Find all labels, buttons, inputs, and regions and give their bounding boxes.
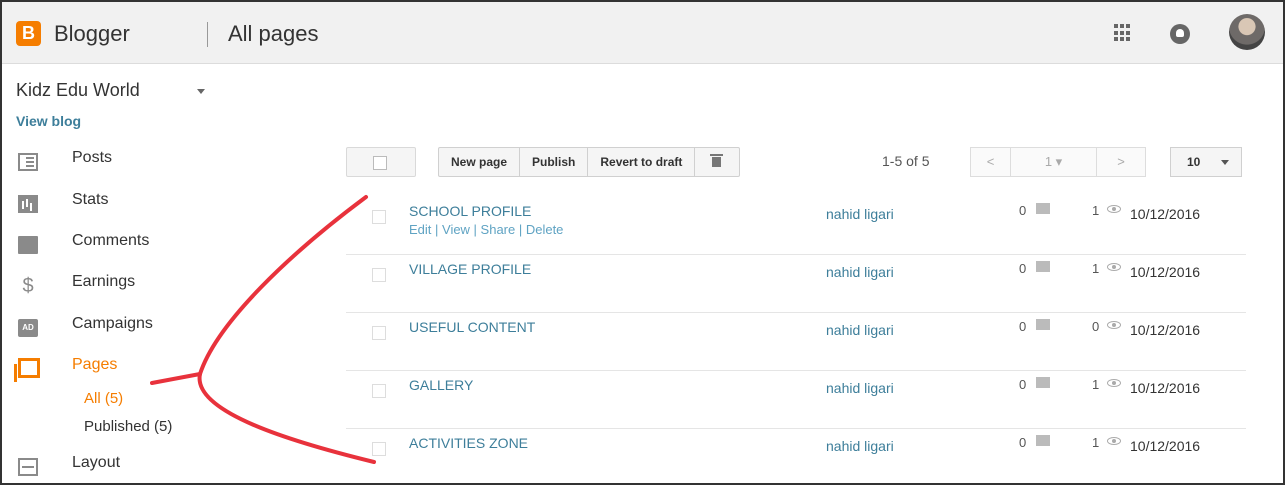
view-count: 1 — [1092, 377, 1100, 392]
new-page-button[interactable]: New page — [439, 148, 521, 176]
blogger-logo-icon[interactable]: B — [16, 21, 41, 46]
page-select[interactable]: 1 ▾ — [1011, 148, 1097, 176]
page-author[interactable]: nahid ligari — [826, 206, 894, 222]
view-count: 1 — [1092, 203, 1100, 218]
next-page-button[interactable]: > — [1097, 148, 1145, 176]
comment-icon — [1036, 435, 1050, 446]
brand-name[interactable]: Blogger — [54, 21, 130, 47]
top-bar: B Blogger All pages — [2, 2, 1283, 64]
view-count: 1 — [1092, 261, 1100, 276]
row-checkbox[interactable] — [372, 384, 386, 398]
eye-icon — [1107, 321, 1121, 329]
view-count: 1 — [1092, 435, 1100, 450]
sidebar-item-pages[interactable]: Pages — [14, 356, 336, 386]
action-button-group: New page Publish Revert to draft — [438, 147, 741, 177]
eye-icon — [1107, 263, 1121, 271]
row-actions[interactable]: Edit | View | Share | Delete — [409, 222, 563, 237]
select-all-checkbox[interactable] — [346, 147, 416, 177]
apps-grid-icon[interactable] — [1114, 24, 1132, 42]
sidebar-item-label: Earnings — [72, 273, 136, 290]
comment-icon — [1036, 261, 1050, 272]
page-date: 10/12/2016 — [1130, 206, 1201, 222]
comment-count: 0 — [1019, 377, 1027, 392]
comment-count: 0 — [1019, 203, 1027, 218]
comment-icon — [1036, 319, 1050, 330]
eye-icon — [1107, 437, 1121, 445]
sidebar-item-label: Pages — [72, 356, 118, 373]
pages-icon — [14, 358, 40, 382]
page-author[interactable]: nahid ligari — [826, 438, 894, 454]
page-author[interactable]: nahid ligari — [826, 380, 894, 396]
eye-icon — [1107, 205, 1121, 213]
page-title-link[interactable]: SCHOOL PROFILE — [409, 203, 531, 219]
sidebar-item-posts[interactable]: Posts — [16, 149, 336, 179]
table-row: VILLAGE PROFILE nahid ligari 0 1 10/12/2… — [346, 255, 1246, 313]
table-row: USEFUL CONTENT nahid ligari 0 0 10/12/20… — [346, 313, 1246, 371]
row-checkbox[interactable] — [372, 326, 386, 340]
comment-count: 0 — [1019, 435, 1027, 450]
comment-count: 0 — [1019, 319, 1027, 334]
chevron-down-icon[interactable] — [197, 89, 205, 94]
page-author[interactable]: nahid ligari — [826, 264, 894, 280]
view-count: 0 — [1092, 319, 1100, 334]
row-checkbox[interactable] — [372, 210, 386, 224]
page-title-link[interactable]: USEFUL CONTENT — [409, 319, 535, 335]
page-author[interactable]: nahid ligari — [826, 322, 894, 338]
earnings-icon: $ — [22, 275, 34, 297]
comment-icon — [1036, 203, 1050, 214]
sidebar-subitem-published[interactable]: Published (5) — [84, 418, 172, 435]
sidebar-item-earnings[interactable]: $ Earnings — [16, 273, 336, 303]
page-title: All pages — [228, 21, 319, 46]
sidebar-item-layout[interactable]: Layout — [16, 454, 336, 484]
campaigns-icon: AD — [18, 319, 38, 337]
comments-icon — [18, 236, 38, 254]
result-count: 1-5 of 5 — [882, 153, 930, 169]
page-title-link[interactable]: VILLAGE PROFILE — [409, 261, 531, 277]
title-divider — [207, 22, 208, 47]
blog-selector[interactable]: Kidz Edu World — [16, 80, 140, 101]
row-checkbox[interactable] — [372, 442, 386, 456]
previous-page-button[interactable]: < — [971, 148, 1011, 176]
publish-button[interactable]: Publish — [520, 148, 589, 176]
per-page-value: 10 — [1187, 155, 1201, 169]
comment-icon — [1036, 377, 1050, 388]
sidebar-item-label: Campaigns — [72, 315, 153, 332]
eye-icon — [1107, 379, 1121, 387]
layout-icon — [18, 458, 38, 476]
notifications-icon[interactable] — [1170, 24, 1190, 44]
revert-to-draft-button[interactable]: Revert to draft — [588, 148, 696, 176]
page-date: 10/12/2016 — [1130, 264, 1201, 280]
sidebar-item-comments[interactable]: Comments — [16, 232, 336, 262]
stats-icon — [18, 195, 38, 213]
sidebar-item-label: Stats — [72, 191, 109, 208]
table-row: ACTIVITIES ZONE nahid ligari 0 1 10/12/2… — [346, 429, 1246, 485]
avatar[interactable] — [1229, 14, 1265, 50]
table-row: GALLERY nahid ligari 0 1 10/12/2016 — [346, 371, 1246, 429]
trash-icon[interactable] — [695, 148, 739, 176]
per-page-select[interactable]: 10 — [1170, 147, 1242, 177]
chevron-down-icon — [1221, 160, 1229, 165]
comment-count: 0 — [1019, 261, 1027, 276]
sidebar-item-stats[interactable]: Stats — [16, 191, 336, 221]
page-title-link[interactable]: GALLERY — [409, 377, 473, 393]
view-blog-link[interactable]: View blog — [16, 113, 81, 129]
page-title-link[interactable]: ACTIVITIES ZONE — [409, 435, 528, 451]
page-date: 10/12/2016 — [1130, 380, 1201, 396]
sidebar-item-label: Layout — [72, 454, 121, 471]
page-date: 10/12/2016 — [1130, 322, 1201, 338]
page-date: 10/12/2016 — [1130, 438, 1201, 454]
table-row: SCHOOL PROFILE Edit | View | Share | Del… — [346, 197, 1246, 255]
pagination: < 1 ▾ > — [970, 147, 1146, 177]
sidebar-item-label: Posts — [72, 149, 113, 166]
sidebar-item-label: Comments — [72, 232, 150, 249]
sidebar-subitem-all[interactable]: All (5) — [84, 390, 123, 407]
checkbox-icon — [373, 156, 387, 170]
sidebar-item-campaigns[interactable]: AD Campaigns — [16, 315, 336, 345]
posts-icon — [18, 153, 38, 171]
row-checkbox[interactable] — [372, 268, 386, 282]
